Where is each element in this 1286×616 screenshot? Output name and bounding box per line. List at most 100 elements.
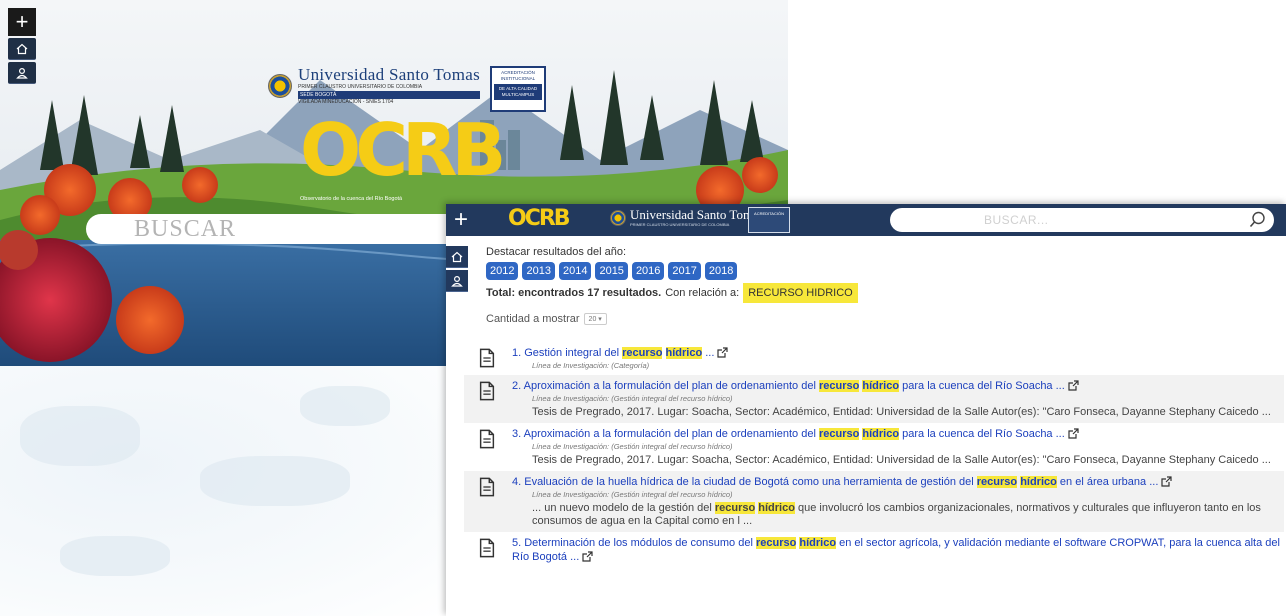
year-button[interactable]: 2014 <box>558 262 592 280</box>
year-button[interactable]: 2018 <box>704 262 738 280</box>
result-research-line: Línea de Investigación: (Gestión integra… <box>532 490 733 499</box>
quantity-value: 20 <box>588 316 597 323</box>
document-icon <box>479 381 495 401</box>
result-research-line: Línea de Investigación: (Gestión integra… <box>532 442 733 451</box>
result-description: ... un nuevo modelo de la gestión del re… <box>512 502 1280 528</box>
relation-label: Con relación a: <box>665 287 740 299</box>
result-highlight: hídrico <box>862 428 900 440</box>
result-research-line: Línea de Investigación: (Gestión integra… <box>532 394 733 403</box>
observatorio-caption: Observatorio de la cuenca del Río Bogotá <box>300 196 403 202</box>
result-item: 5. Determinación de los módulos de consu… <box>464 532 1284 568</box>
result-highlight: recurso <box>976 476 1018 488</box>
document-icon <box>479 477 495 497</box>
acreditacion-badge-small: ACREDITACIÓN <box>748 207 790 233</box>
result-title[interactable]: 1. Gestión integral del recurso hídrico … <box>512 346 1280 360</box>
year-button[interactable]: 2015 <box>595 262 628 280</box>
result-description-text: ... un nuevo modelo de la gestión del <box>532 502 715 514</box>
year-button[interactable]: 2017 <box>668 262 701 280</box>
result-item: 4. Evaluación de la huella hídrica de la… <box>464 471 1284 532</box>
external-link-icon[interactable] <box>717 347 729 358</box>
add-icon[interactable]: + <box>446 204 476 236</box>
external-link-icon[interactable] <box>1161 476 1172 487</box>
document-icon <box>479 429 495 449</box>
result-title-text: 3. Aproximación a la formulación del pla… <box>512 428 819 440</box>
result-description: Tesis de Pregrado, 2017. Lugar: Soacha, … <box>532 406 1271 418</box>
results-list: 1. Gestión integral del recurso hídrico … <box>464 342 1284 568</box>
ocrb-logo: OCRB <box>300 108 506 192</box>
background-map <box>0 366 446 616</box>
quantity-select[interactable]: 20 ▾ <box>583 313 607 325</box>
university-seal-icon <box>268 73 292 98</box>
result-item: 1. Gestión integral del recurso hídrico … <box>464 342 1284 375</box>
external-link-icon[interactable] <box>582 551 593 562</box>
search-placeholder: BUSCAR... <box>984 213 1049 227</box>
result-title[interactable]: 4. Evaluación de la huella hídrica de la… <box>512 475 1280 489</box>
search-input[interactable]: BUSCAR... <box>890 208 1274 232</box>
result-title-end: en el área urbana ... <box>1056 476 1159 488</box>
result-highlight: hídrico <box>862 380 900 392</box>
results-window: + OCRB Universidad Santo Tomas PRIMER CL… <box>446 204 1286 616</box>
result-highlight: hídrico <box>758 502 795 514</box>
panel-sidebar <box>446 236 468 294</box>
result-highlight: recurso <box>818 380 860 392</box>
home-icon[interactable] <box>8 38 36 60</box>
total-results: Total: encontrados 17 resultados. Con re… <box>486 283 1282 303</box>
university-logo-small: Universidad Santo Tomas PRIMER CLAUSTRO … <box>610 208 764 227</box>
document-icon <box>479 538 495 558</box>
year-filter: 2012 2013 2014 2015 2016 2017 2018 <box>486 262 1282 280</box>
search-summary: Destacar resultados del año: 2012 2013 2… <box>486 246 1282 337</box>
year-button[interactable]: 2016 <box>631 262 665 280</box>
year-button[interactable]: 2013 <box>522 262 555 280</box>
quantity-label: Cantidad a mostrar <box>486 313 580 325</box>
university-campus: SEDE BOGOTÁ <box>298 91 480 99</box>
result-research-line: Línea de Investigación: (Categoría) <box>532 361 650 370</box>
result-title-end: para la cuenca del Río Soacha ... <box>899 380 1065 392</box>
university-vigilada: VIGILADA MINEDUCACIÓN - SNIES 1704 <box>298 99 394 105</box>
year-button[interactable]: 2012 <box>486 262 519 280</box>
result-highlight: recurso <box>714 502 756 514</box>
quantity-control: Cantidad a mostrar 20 ▾ <box>486 313 1282 325</box>
result-item: 3. Aproximación a la formulación del pla… <box>464 423 1284 471</box>
university-subtitle-small: PRIMER CLAUSTRO UNIVERSITARIO DE COLOMBI… <box>630 222 730 227</box>
result-title-end: para la cuenca del Río Soacha ... <box>899 428 1065 440</box>
acreditacion-title: ACREDITACIÓN INSTITUCIONAL <box>500 70 536 81</box>
document-icon <box>479 348 495 368</box>
add-icon[interactable]: + <box>8 8 36 36</box>
external-link-icon[interactable] <box>1068 428 1079 439</box>
result-title-text: 2. Aproximación a la formulación del pla… <box>512 380 819 392</box>
university-name: Universidad Santo Tomas <box>298 65 480 84</box>
home-icon[interactable] <box>446 246 468 268</box>
result-title[interactable]: 3. Aproximación a la formulación del pla… <box>512 427 1280 441</box>
result-title-text: 1. Gestión integral del <box>512 347 623 359</box>
total-count: Total: encontrados 17 resultados. <box>486 287 662 299</box>
user-icon[interactable] <box>8 62 36 84</box>
result-title-end: ... <box>702 347 715 359</box>
result-description: Tesis de Pregrado, 2017. Lugar: Soacha, … <box>532 454 1271 466</box>
acreditacion-badge: ACREDITACIÓN INSTITUCIONAL DE ALTA CALID… <box>490 66 546 112</box>
result-highlight: recurso <box>818 428 860 440</box>
highlight-year-label: Destacar resultados del año: <box>486 246 627 258</box>
result-highlight: hídrico <box>1020 476 1057 488</box>
hero-search-placeholder: BUSCAR <box>134 215 237 242</box>
search-icon[interactable] <box>1249 211 1266 228</box>
result-highlight: hídrico <box>799 537 837 549</box>
result-highlight: hídrico <box>665 347 703 359</box>
top-bar: + OCRB Universidad Santo Tomas PRIMER CL… <box>446 204 1286 236</box>
university-subtitle: PRIMER CLAUSTRO UNIVERSITARIO DE COLOMBI… <box>298 84 423 90</box>
result-highlight: recurso <box>755 537 797 549</box>
ocrb-logo-small[interactable]: OCRB <box>508 206 571 231</box>
external-link-icon[interactable] <box>1068 380 1079 391</box>
acreditacion-body: DE ALTA CALIDAD MULTICAMPUS <box>494 84 542 100</box>
hero-sidebar: + <box>8 8 36 84</box>
result-title[interactable]: 5. Determinación de los módulos de consu… <box>512 536 1280 564</box>
result-title-text: 5. Determinación de los módulos de consu… <box>512 537 756 549</box>
user-icon[interactable] <box>446 270 468 292</box>
result-title[interactable]: 2. Aproximación a la formulación del pla… <box>512 379 1280 393</box>
university-seal-icon <box>610 209 626 226</box>
university-name-small: Universidad Santo Tomas <box>630 207 764 222</box>
result-item: 2. Aproximación a la formulación del pla… <box>464 375 1284 423</box>
result-title-text: 4. Evaluación de la huella hídrica de la… <box>512 476 977 488</box>
query-badge: RECURSO HIDRICO <box>743 283 858 303</box>
university-logo: Universidad Santo Tomas PRIMER CLAUSTRO … <box>268 66 480 105</box>
hero-logos: Universidad Santo Tomas PRIMER CLAUSTRO … <box>268 66 546 112</box>
